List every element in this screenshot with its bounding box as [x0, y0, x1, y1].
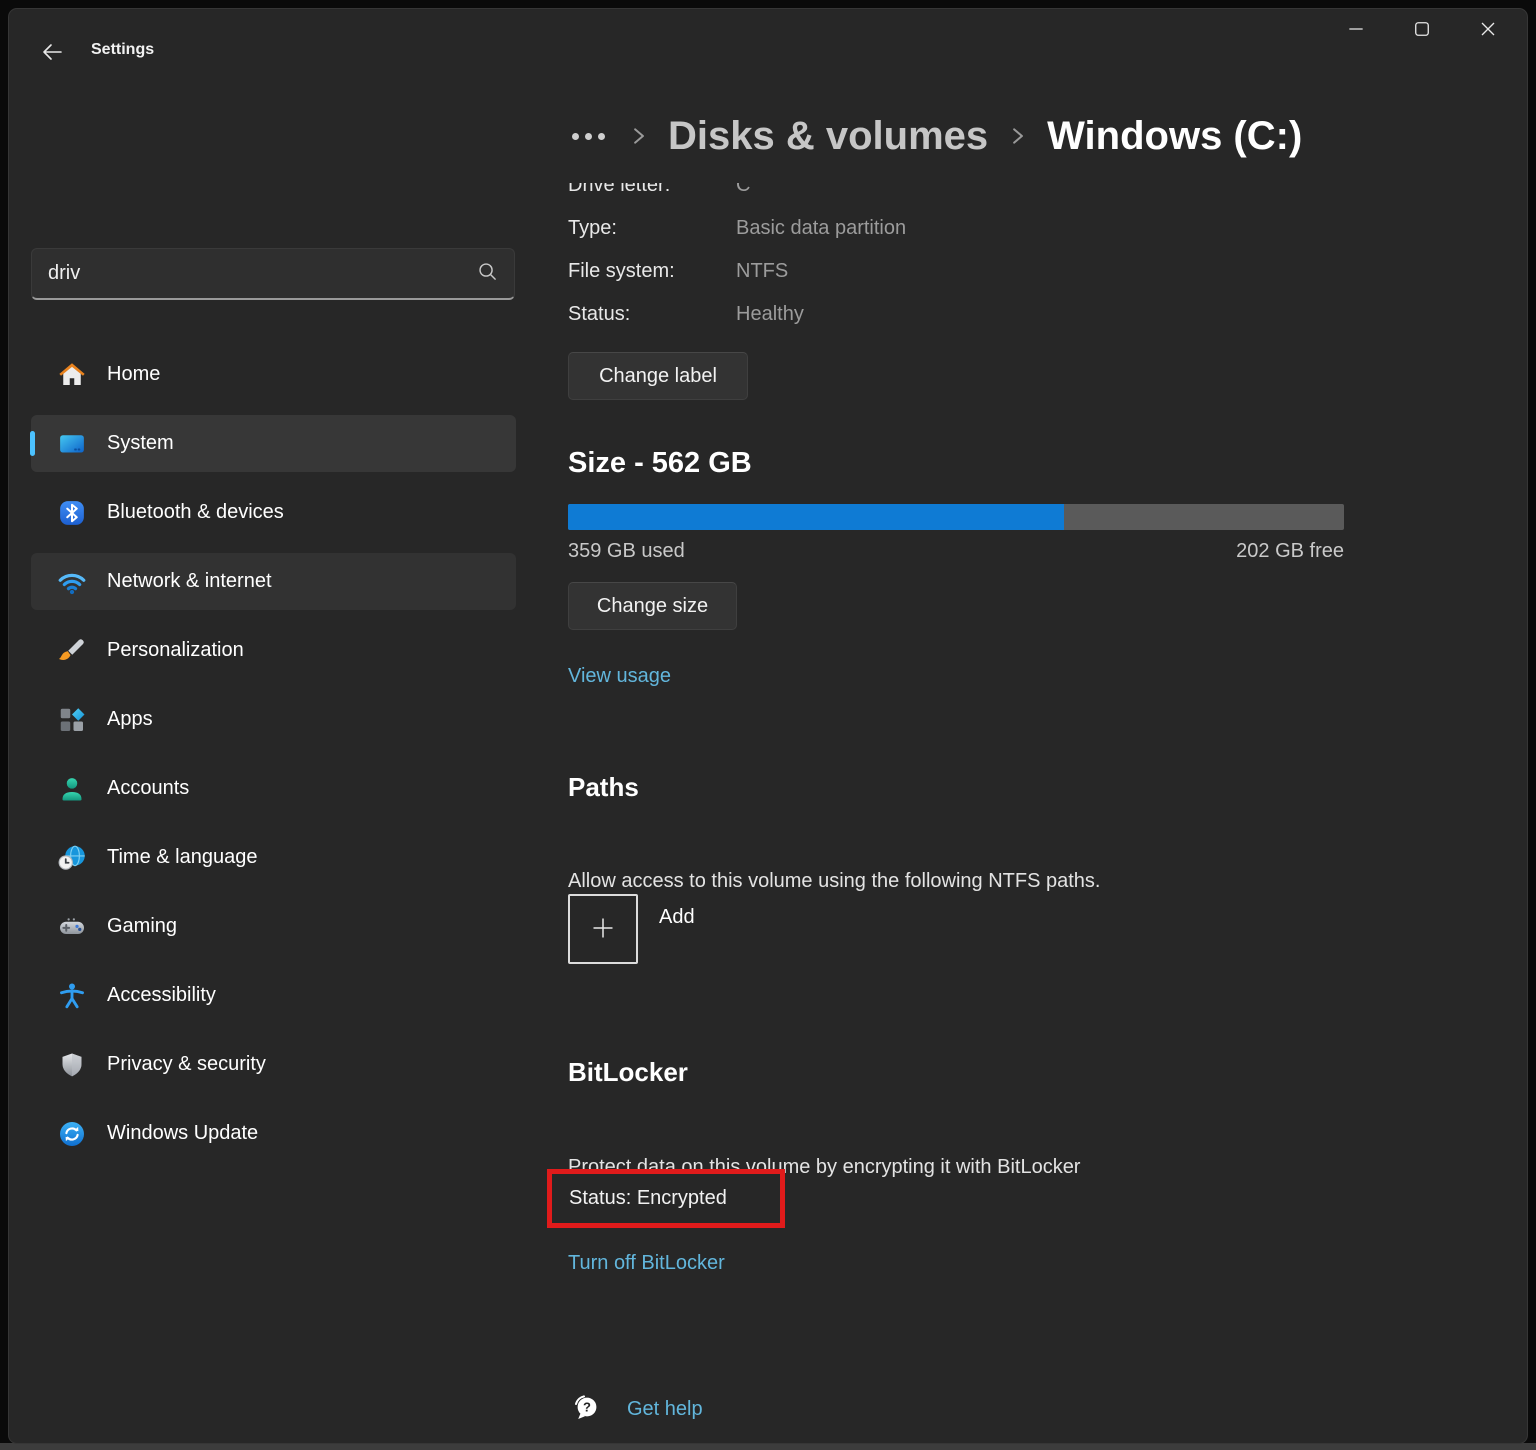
svg-text:?: ?: [583, 1399, 591, 1414]
active-indicator-pill: [30, 431, 35, 456]
disk-usage-bar: [568, 504, 1344, 530]
sidebar-item-label: Privacy & security: [107, 1053, 266, 1076]
page-title: Windows (C:): [1047, 114, 1302, 159]
maximize-icon: [1414, 21, 1430, 40]
sidebar-item-system[interactable]: System: [31, 415, 516, 472]
chevron-right-icon: [630, 126, 647, 151]
minimize-icon: [1348, 21, 1364, 40]
sidebar-item-gaming[interactable]: Gaming: [31, 898, 516, 955]
ellipsis-dot: [572, 133, 579, 140]
sidebar-item-label: System: [107, 432, 174, 455]
paths-section-heading: Paths: [568, 772, 639, 803]
property-value: Healthy: [736, 303, 804, 326]
breadcrumb-parent[interactable]: Disks & volumes: [668, 114, 988, 159]
size-section-heading: Size - 562 GB: [568, 447, 752, 480]
volume-properties: Drive letter: C Type: Basic data partiti…: [568, 183, 1358, 341]
home-icon: [57, 360, 87, 390]
taskbar-sliver: [0, 1443, 1536, 1450]
property-row: File system: NTFS: [568, 256, 788, 286]
caption-controls: [1323, 9, 1521, 51]
property-label: File system:: [568, 260, 736, 283]
time-language-icon: [57, 843, 87, 873]
turn-off-bitlocker-link[interactable]: Turn off BitLocker: [568, 1252, 725, 1275]
breadcrumb: Disks & volumes Windows (C:): [568, 104, 1302, 168]
disk-usage-fill: [568, 504, 1064, 530]
personalization-icon: [57, 636, 87, 666]
get-help[interactable]: ? Get help: [568, 1390, 703, 1429]
bluetooth-icon: [57, 498, 87, 528]
maximize-button[interactable]: [1389, 9, 1455, 51]
property-value: NTFS: [736, 260, 788, 283]
sidebar-item-accounts[interactable]: Accounts: [31, 760, 516, 817]
plus-icon: [589, 914, 617, 945]
free-space-label: 202 GB free: [1236, 540, 1344, 563]
property-value: C: [736, 183, 750, 197]
add-path-label: Add: [659, 906, 695, 929]
sidebar-item-label: Accessibility: [107, 984, 216, 1007]
ellipsis-dot: [598, 133, 605, 140]
property-label: Drive letter:: [568, 183, 736, 197]
sidebar-item-windows-update[interactable]: Windows Update: [31, 1105, 516, 1162]
close-button[interactable]: [1455, 9, 1521, 51]
property-value: Basic data partition: [736, 217, 906, 240]
property-label: Status:: [568, 303, 736, 326]
sidebar-item-label: Personalization: [107, 639, 244, 662]
chevron-right-icon: [1009, 126, 1026, 151]
network-icon: [57, 567, 87, 597]
property-label: Type:: [568, 217, 736, 240]
sidebar-item-accessibility[interactable]: Accessibility: [31, 967, 516, 1024]
apps-icon: [57, 705, 87, 735]
sidebar-item-home[interactable]: Home: [31, 346, 516, 403]
view-usage-link[interactable]: View usage: [568, 665, 671, 688]
sidebar-item-label: Time & language: [107, 846, 257, 869]
sidebar-item-apps[interactable]: Apps: [31, 691, 516, 748]
search-input[interactable]: driv: [31, 248, 515, 300]
gaming-icon: [57, 912, 87, 942]
property-row: Drive letter: C: [568, 183, 750, 200]
paths-description: Allow access to this volume using the fo…: [568, 870, 1100, 893]
back-button[interactable]: [34, 35, 70, 71]
property-row: Type: Basic data partition: [568, 213, 906, 243]
app-title: Settings: [91, 41, 154, 59]
add-path-button[interactable]: [568, 894, 638, 964]
windows-update-icon: [57, 1119, 87, 1149]
sidebar-item-label: Accounts: [107, 777, 189, 800]
settings-window: Settings driv Home Sys: [8, 8, 1528, 1444]
change-size-button[interactable]: Change size: [568, 582, 737, 630]
sidebar-item-bluetooth-devices[interactable]: Bluetooth & devices: [31, 484, 516, 541]
get-help-label[interactable]: Get help: [627, 1398, 703, 1421]
sidebar-item-privacy-security[interactable]: Privacy & security: [31, 1036, 516, 1093]
sidebar-item-personalization[interactable]: Personalization: [31, 622, 516, 679]
sidebar-item-label: Network & internet: [107, 570, 272, 593]
accessibility-icon: [57, 981, 87, 1011]
ellipsis-dot: [585, 133, 592, 140]
change-label-button[interactable]: Change label: [568, 352, 748, 400]
annotation-highlight-box: Status: Encrypted: [547, 1169, 785, 1228]
sidebar-item-label: Apps: [107, 708, 153, 731]
sidebar-item-label: Gaming: [107, 915, 177, 938]
search-icon: [477, 261, 498, 287]
bitlocker-section-heading: BitLocker: [568, 1057, 688, 1088]
sidebar-item-label: Bluetooth & devices: [107, 501, 284, 524]
sidebar-item-time-language[interactable]: Time & language: [31, 829, 516, 886]
used-space-label: 359 GB used: [568, 540, 685, 563]
breadcrumb-overflow-button[interactable]: [568, 127, 609, 146]
system-icon: [57, 429, 87, 459]
property-row: Status: Healthy: [568, 299, 804, 329]
minimize-button[interactable]: [1323, 9, 1389, 51]
privacy-security-icon: [57, 1050, 87, 1080]
back-arrow-icon: [40, 40, 64, 67]
sidebar-item-label: Home: [107, 363, 160, 386]
bitlocker-status: Status: Encrypted: [569, 1187, 727, 1210]
close-icon: [1480, 21, 1496, 40]
help-bubble-icon: ?: [568, 1390, 602, 1429]
search-value: driv: [48, 262, 477, 285]
usage-labels: 359 GB used 202 GB free: [568, 540, 1344, 563]
accounts-icon: [57, 774, 87, 804]
sidebar-item-network-internet[interactable]: Network & internet: [31, 553, 516, 610]
sidebar-item-label: Windows Update: [107, 1122, 258, 1145]
